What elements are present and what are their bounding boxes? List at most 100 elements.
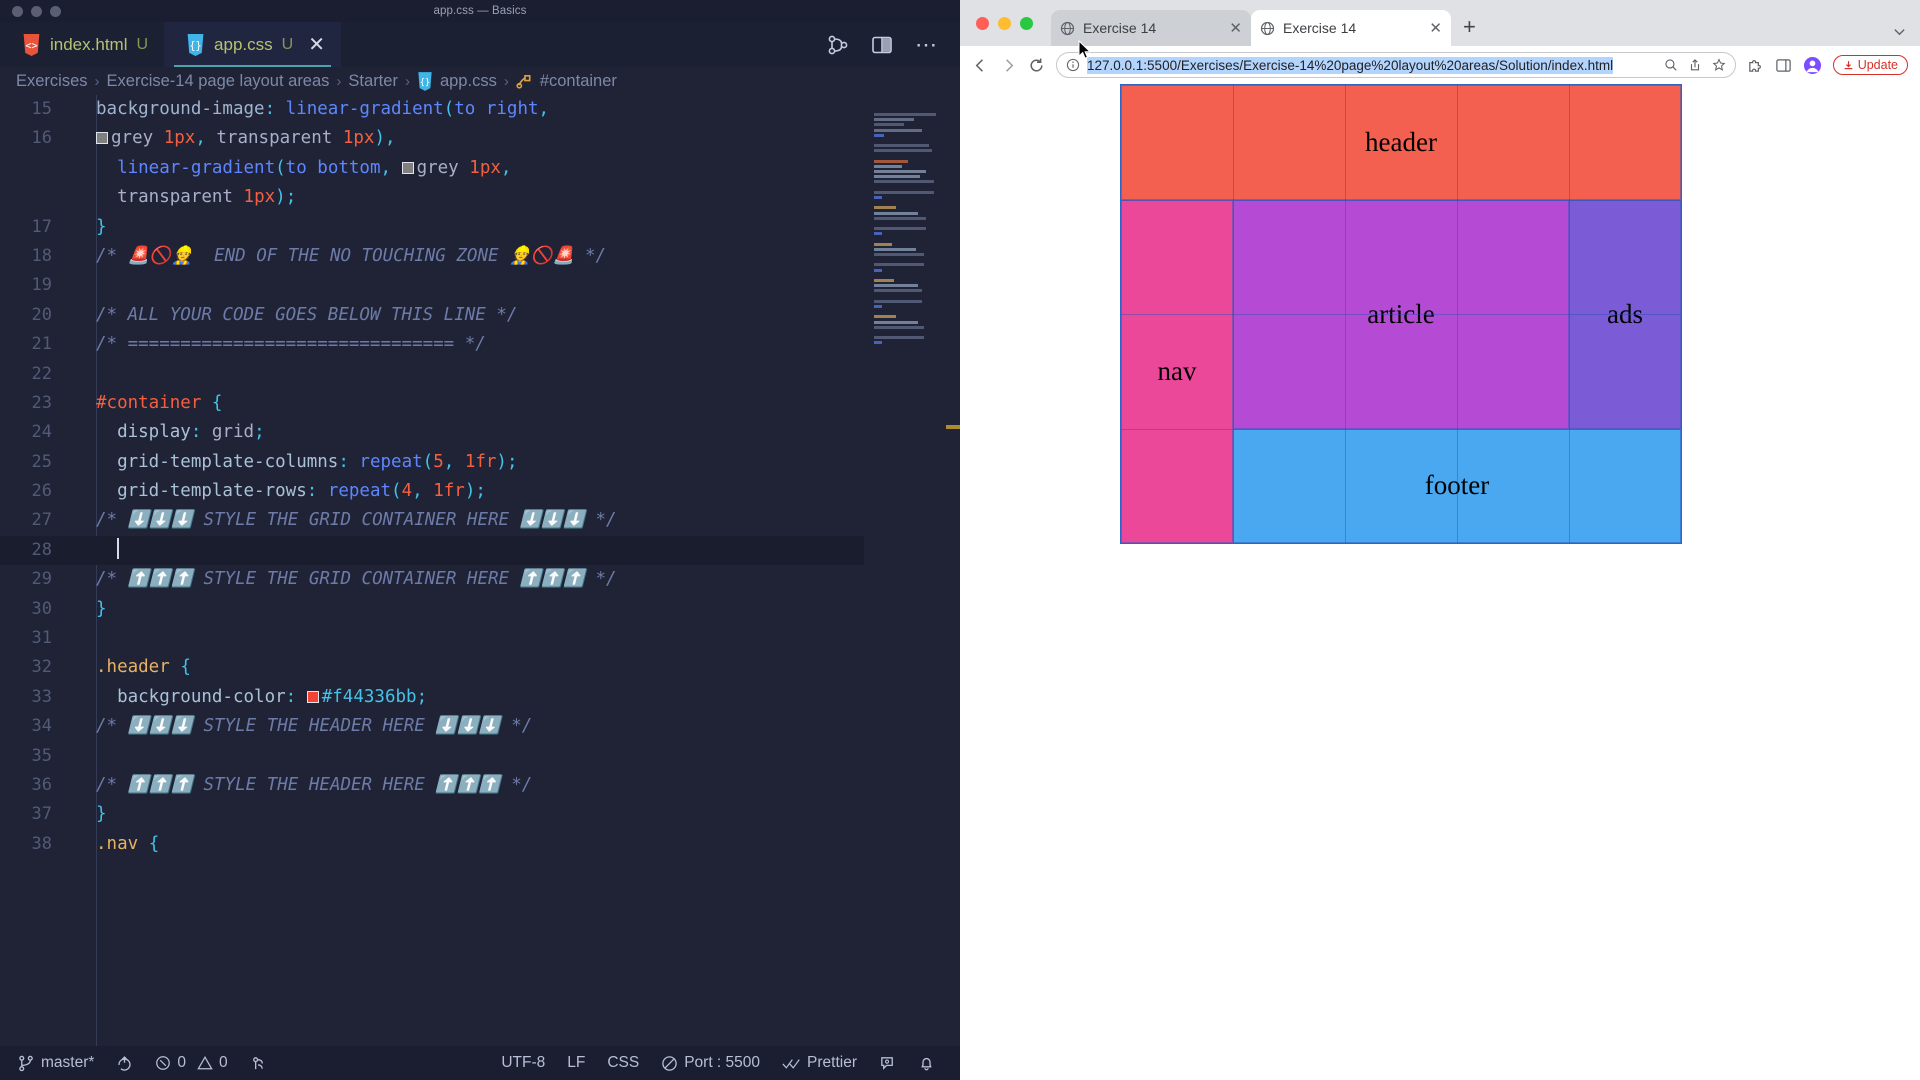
split-editor-icon[interactable]	[871, 34, 893, 56]
chevron-down-icon[interactable]	[1893, 25, 1906, 38]
code-line-current[interactable]: 28	[0, 535, 960, 566]
line-content[interactable]: #container {	[74, 389, 960, 418]
breadcrumb-item-app-css[interactable]: app.css	[440, 72, 497, 91]
side-panel-icon[interactable]	[1775, 57, 1792, 74]
line-content[interactable]: }	[74, 595, 960, 624]
line-content[interactable]: /* ⬆️⬆️⬆️ STYLE THE HEADER HERE ⬆️⬆️⬆️ *…	[74, 771, 960, 800]
line-content[interactable]: display: grid;	[74, 418, 960, 447]
source-control-graph-icon[interactable]	[827, 34, 849, 56]
forward-arrow-icon[interactable]	[1000, 57, 1017, 74]
code-line[interactable]: 37 }	[0, 800, 960, 829]
breadcrumb-item-exercises[interactable]: Exercises	[16, 72, 88, 91]
breadcrumb-item-starter[interactable]: Starter	[348, 72, 398, 91]
code-line[interactable]: 19	[0, 271, 960, 300]
color-swatch[interactable]	[306, 690, 319, 703]
status-branch[interactable]: master*	[14, 1046, 105, 1080]
code-line[interactable]: 23 #container {	[0, 389, 960, 418]
code-line-wrap[interactable]: transparent 1px);	[0, 183, 960, 212]
maximize-window-button[interactable]	[1020, 16, 1033, 30]
line-content[interactable]: background-color: #f44336bb;	[74, 683, 960, 712]
line-content[interactable]: /* ALL YOUR CODE GOES BELOW THIS LINE */	[74, 301, 960, 330]
line-content[interactable]: /* ⬇️⬇️⬇️ STYLE THE HEADER HERE ⬇️⬇️⬇️ *…	[74, 712, 960, 741]
code-line[interactable]: 27 /* ⬇️⬇️⬇️ STYLE THE GRID CONTAINER HE…	[0, 506, 960, 535]
line-content[interactable]: grid-template-rows: repeat(4, 1fr);	[74, 477, 960, 506]
status-encoding[interactable]: UTF-8	[490, 1046, 556, 1080]
status-sync[interactable]	[105, 1046, 144, 1080]
close-window-button[interactable]	[976, 16, 989, 30]
status-problems[interactable]: 0 0	[144, 1046, 238, 1080]
code-line-wrap[interactable]: linear-gradient(to bottom, grey 1px,	[0, 154, 960, 183]
line-content[interactable]: .header {	[74, 653, 960, 682]
code-line[interactable]: 32 .header {	[0, 653, 960, 682]
share-icon[interactable]	[1688, 58, 1702, 72]
css-function: repeat	[327, 481, 392, 502]
breadcrumb-item-exercise-14[interactable]: Exercise-14 page layout areas	[107, 72, 330, 91]
line-content[interactable]: }	[74, 800, 960, 829]
status-formatter[interactable]: Prettier	[771, 1046, 868, 1080]
new-tab-button[interactable]: +	[1451, 14, 1488, 46]
code-line[interactable]: 31	[0, 624, 960, 653]
code-line[interactable]: 22	[0, 360, 960, 389]
status-ports[interactable]	[239, 1046, 278, 1080]
status-language-mode[interactable]: CSS	[596, 1046, 650, 1080]
line-content[interactable]: linear-gradient(to bottom, grey 1px,	[74, 154, 960, 183]
close-icon[interactable]: ✕	[308, 35, 325, 55]
line-content[interactable]: }	[74, 213, 960, 242]
bookmark-star-icon[interactable]	[1712, 58, 1726, 72]
code-line[interactable]: 16 grey 1px, transparent 1px),	[0, 124, 960, 153]
address-bar[interactable]: 127.0.0.1:5500/Exercises/Exercise-14%20p…	[1056, 52, 1736, 78]
code-line[interactable]: 38 .nav {	[0, 830, 960, 859]
code-line[interactable]: 15 background-image: linear-gradient(to …	[0, 95, 960, 124]
status-feedback[interactable]	[868, 1046, 907, 1080]
code-line[interactable]: 33 background-color: #f44336bb;	[0, 683, 960, 712]
code-line[interactable]: 29 /* ⬆️⬆️⬆️ STYLE THE GRID CONTAINER HE…	[0, 565, 960, 594]
code-line[interactable]: 36 /* ⬆️⬆️⬆️ STYLE THE HEADER HERE ⬆️⬆️⬆…	[0, 771, 960, 800]
code-line[interactable]: 30 }	[0, 595, 960, 624]
line-content[interactable]: /* ⬇️⬇️⬇️ STYLE THE GRID CONTAINER HERE …	[74, 506, 960, 535]
code-line[interactable]: 21 /* =============================== */	[0, 330, 960, 359]
browser-window-controls[interactable]	[1893, 25, 1920, 46]
code-line[interactable]: 34 /* ⬇️⬇️⬇️ STYLE THE HEADER HERE ⬇️⬇️⬇…	[0, 712, 960, 741]
line-content[interactable]	[74, 536, 960, 565]
info-circle-icon[interactable]	[1066, 58, 1080, 72]
line-content[interactable]: .nav {	[74, 830, 960, 859]
code-line[interactable]: 24 display: grid;	[0, 418, 960, 447]
extensions-puzzle-icon[interactable]	[1747, 57, 1764, 74]
line-content[interactable]: /* 🚨🚫👷 END OF THE NO TOUCHING ZONE 👷🚫🚨 *…	[74, 242, 960, 271]
editor-tab-app-css[interactable]: {} app.css U ✕	[164, 22, 341, 67]
editor-tab-index-html[interactable]: <> index.html U	[0, 22, 164, 67]
line-content[interactable]: grid-template-columns: repeat(5, 1fr);	[74, 448, 960, 477]
more-actions-icon[interactable]: ⋯	[915, 33, 938, 55]
code-line[interactable]: 18 /* 🚨🚫👷 END OF THE NO TOUCHING ZONE 👷🚫…	[0, 242, 960, 271]
line-content[interactable]: background-image: linear-gradient(to rig…	[74, 95, 960, 124]
line-content[interactable]: transparent 1px);	[74, 183, 960, 212]
code-line[interactable]: 26 grid-template-rows: repeat(4, 1fr);	[0, 477, 960, 506]
status-notifications[interactable]	[907, 1046, 946, 1080]
code-line[interactable]: 25 grid-template-columns: repeat(5, 1fr)…	[0, 448, 960, 477]
color-swatch[interactable]	[96, 132, 108, 145]
minimap-scroll-marker[interactable]	[946, 425, 960, 429]
breadcrumb-item-container[interactable]: #container	[540, 72, 617, 91]
close-icon[interactable]: ✕	[1429, 19, 1442, 37]
back-arrow-icon[interactable]	[972, 57, 989, 74]
line-content[interactable]: /* =============================== */	[74, 330, 960, 359]
url-text[interactable]: 127.0.0.1:5500/Exercises/Exercise-14%20p…	[1087, 56, 1614, 74]
profile-avatar-icon[interactable]	[1803, 56, 1822, 75]
line-content[interactable]: grey 1px, transparent 1px),	[74, 124, 960, 153]
browser-traffic-lights[interactable]	[976, 0, 1051, 46]
code-editor[interactable]: 15 background-image: linear-gradient(to …	[0, 95, 960, 1046]
color-swatch[interactable]	[401, 161, 414, 174]
code-line[interactable]: 17 }	[0, 213, 960, 242]
editor-minimap[interactable]	[864, 95, 960, 1046]
close-icon[interactable]: ✕	[1229, 19, 1242, 37]
line-content[interactable]: /* ⬆️⬆️⬆️ STYLE THE GRID CONTAINER HERE …	[74, 565, 960, 594]
minimize-window-button[interactable]	[998, 16, 1011, 30]
code-line[interactable]: 35	[0, 742, 960, 771]
search-icon[interactable]	[1664, 58, 1678, 72]
reload-icon[interactable]	[1028, 57, 1045, 74]
code-line[interactable]: 20 /* ALL YOUR CODE GOES BELOW THIS LINE…	[0, 301, 960, 330]
browser-tab-2[interactable]: Exercise 14 ✕	[1251, 10, 1451, 46]
status-live-server[interactable]: Port : 5500	[650, 1046, 771, 1080]
update-button[interactable]: Update	[1832, 55, 1908, 75]
status-eol[interactable]: LF	[556, 1046, 596, 1080]
